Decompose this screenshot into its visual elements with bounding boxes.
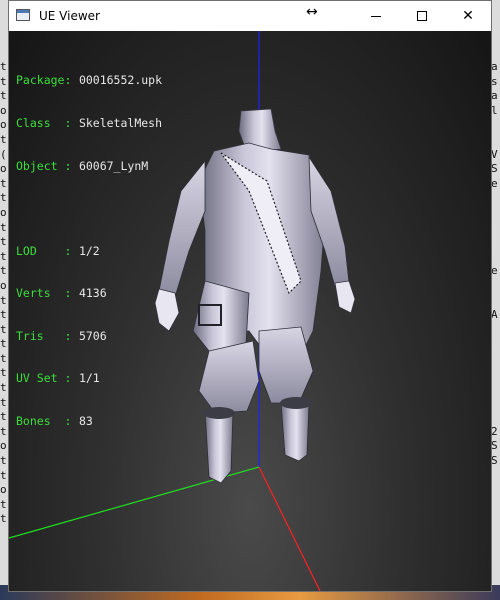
maximize-button[interactable] <box>399 1 445 31</box>
verts-value: 4136 <box>78 286 107 301</box>
uvset-value: 1/1 <box>78 371 100 386</box>
lod-label: LOD : <box>16 243 72 258</box>
package-label: Package: <box>16 73 72 88</box>
verts-label: Verts : <box>16 286 72 301</box>
ue-viewer-window: UE Viewer ↔ ✕ Package: 00016552.upk Clas… <box>8 0 492 592</box>
app-icon[interactable] <box>16 9 30 21</box>
info-spacer <box>16 201 162 215</box>
title-bar[interactable]: UE Viewer ↔ ✕ <box>9 1 491 31</box>
minimize-button[interactable] <box>353 1 399 31</box>
console-left-text: t t t o o t ( o t t o t t t t o t t t t … <box>0 60 7 526</box>
object-label: Object : <box>16 158 72 173</box>
x-axis-line <box>258 466 321 591</box>
object-value: 60067_LynM <box>78 158 149 173</box>
skeletal-mesh-model <box>154 108 356 484</box>
tris-value: 5706 <box>78 328 107 343</box>
move-cursor-icon: ↔ <box>306 4 318 20</box>
minimize-icon <box>371 15 381 17</box>
uvset-label: UV Set : <box>16 371 72 386</box>
window-title: UE Viewer <box>39 9 100 23</box>
class-label: Class : <box>16 116 72 131</box>
close-button[interactable]: ✕ <box>445 1 491 31</box>
3d-viewport[interactable]: Package: 00016552.upk Class : SkeletalMe… <box>9 31 491 591</box>
maximize-icon <box>417 11 427 21</box>
package-value: 00016552.upk <box>78 73 163 88</box>
class-value: SkeletalMesh <box>78 116 163 131</box>
close-icon: ✕ <box>462 8 474 24</box>
bones-value: 83 <box>78 414 93 429</box>
mesh-info-overlay: Package: 00016552.upk Class : SkeletalMe… <box>16 45 162 457</box>
bones-label: Bones : <box>16 414 72 429</box>
lod-value: 1/2 <box>78 243 100 258</box>
tris-label: Tris : <box>16 328 72 343</box>
